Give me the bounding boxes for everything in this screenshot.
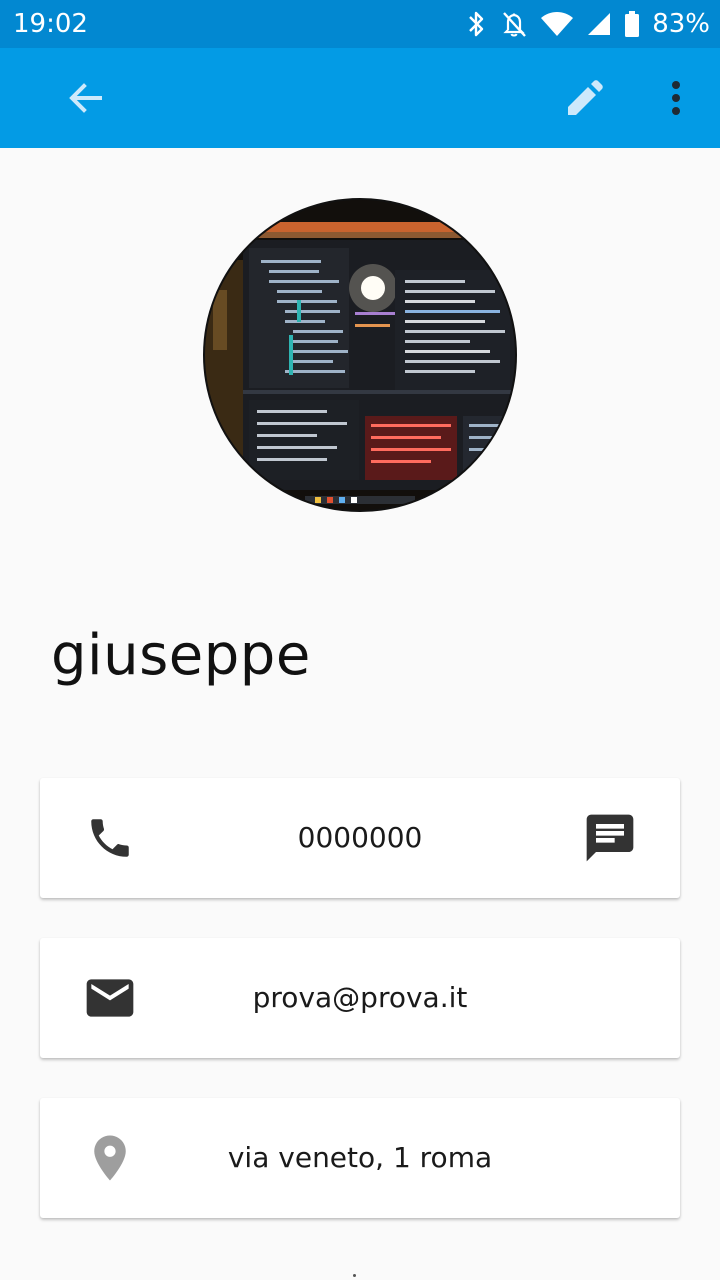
pencil-icon — [568, 80, 603, 115]
contact-name: giuseppe — [51, 623, 311, 688]
address-text: via veneto, 1 roma — [227, 1141, 493, 1174]
battery-percent: 83% — [652, 9, 710, 39]
scroll-indicator — [353, 1274, 356, 1277]
email-card[interactable]: prova@prova.it — [40, 938, 680, 1058]
more-options-button[interactable] — [650, 72, 702, 124]
contact-photo[interactable] — [203, 198, 517, 512]
cellular-signal-icon — [586, 9, 612, 39]
phone-card[interactable]: 0000000 — [40, 778, 680, 898]
address-card[interactable]: via veneto, 1 roma — [40, 1098, 680, 1218]
app-bar — [0, 48, 720, 148]
status-time: 19:02 — [13, 9, 88, 39]
bluetooth-icon — [464, 9, 488, 39]
edit-button[interactable] — [559, 72, 611, 124]
message-button[interactable] — [580, 808, 640, 868]
contact-detail-screen: 19:02 83% giuseppe 0000000 prova@prova.i… — [0, 0, 720, 1280]
chat-message-icon — [586, 814, 634, 862]
status-bar: 19:02 83% — [0, 0, 720, 48]
battery-icon — [624, 9, 640, 39]
back-button[interactable] — [60, 72, 112, 124]
more-vert-icon — [672, 81, 680, 115]
email-address: prova@prova.it — [252, 981, 468, 1014]
status-icons: 83% — [464, 8, 710, 40]
notifications-off-icon — [500, 9, 528, 39]
wifi-icon — [540, 9, 574, 39]
arrow-back-icon — [69, 83, 102, 113]
